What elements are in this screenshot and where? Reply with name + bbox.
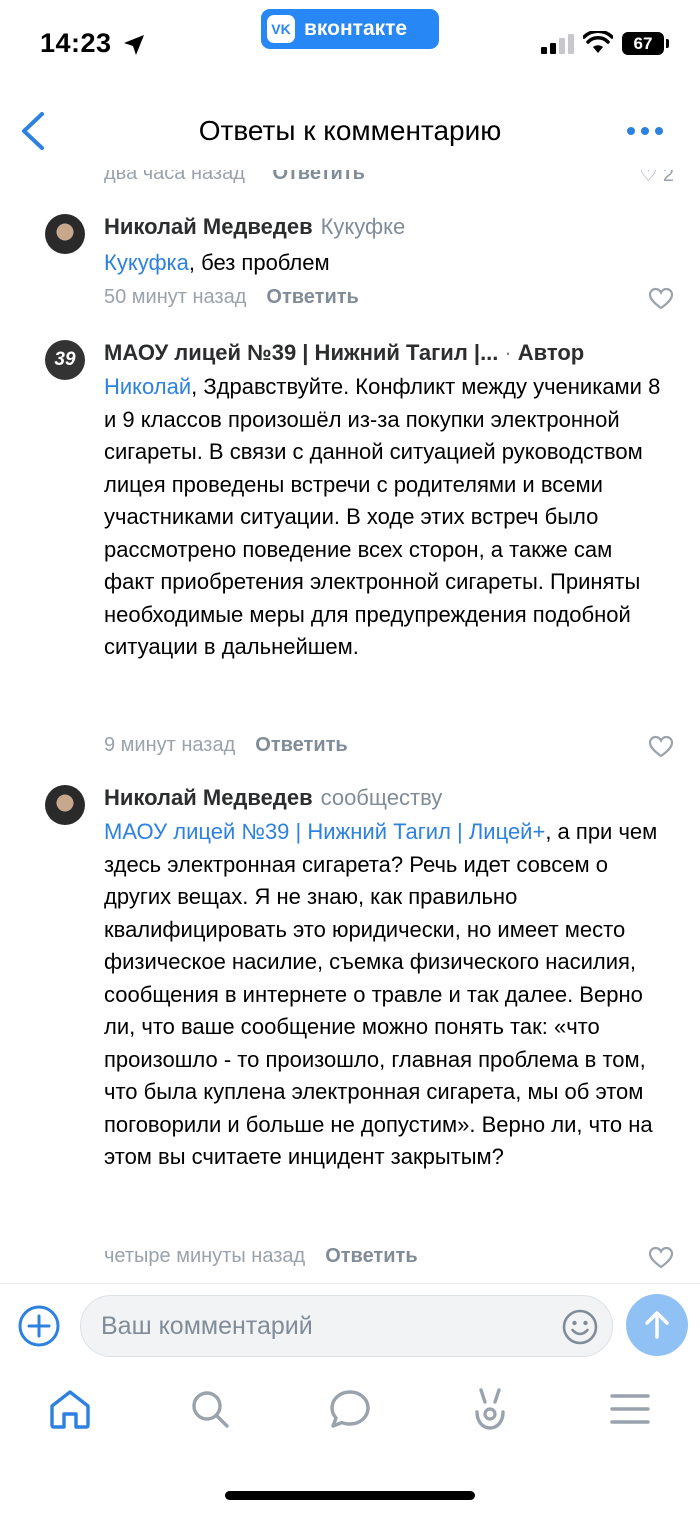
like-count: ♡ 2 — [639, 170, 674, 187]
send-arrow-icon — [645, 1311, 669, 1339]
heart-icon[interactable] — [648, 735, 674, 759]
nav-bar: Ответы к комментарию — [0, 90, 700, 170]
comment-input-box — [80, 1295, 613, 1357]
comments-feed[interactable]: два часа назад Ответить ♡ 2 Николай Медв… — [0, 170, 700, 1283]
comment-body: , Здравствуйте. Конфликт между учениками… — [104, 374, 661, 659]
more-dots-icon[interactable] — [625, 118, 665, 144]
comment-author[interactable]: Николай Медведев — [104, 785, 313, 810]
page-title: Ответы к комментарию — [198, 115, 502, 146]
comment-meta: 9 минут назад Ответить — [104, 734, 348, 757]
messages-icon[interactable] — [327, 1386, 373, 1432]
comment-body: , а при чем здесь электронная сигарета? … — [104, 819, 658, 1169]
app-badge-label: вконтакте — [304, 17, 408, 40]
author-role-badge: Автор — [517, 340, 585, 365]
battery-cap — [666, 39, 669, 48]
separator-dot: · — [504, 340, 512, 365]
comment-time: четыре минуты назад — [104, 1245, 306, 1267]
avatar[interactable]: 39 — [45, 340, 85, 380]
smile-icon[interactable] — [561, 1308, 599, 1346]
comment-time: 9 минут назад — [104, 734, 236, 756]
reply-button[interactable]: Ответить — [325, 1245, 417, 1267]
battery-indicator: 67 — [622, 32, 664, 55]
reply-target: сообществу — [320, 785, 443, 810]
mention-link[interactable]: Николай — [104, 374, 191, 399]
comment-meta: четыре минуты назад Ответить — [104, 1245, 418, 1268]
comment-body: , без проблем — [188, 250, 330, 275]
comment-header: МАОУ лицей №39 | Нижний Тагил |... · Автор — [104, 338, 584, 368]
comment-text: Кукуфка, без проблем — [104, 247, 664, 280]
comment-composer — [0, 1283, 700, 1368]
clips-icon[interactable] — [467, 1386, 513, 1432]
vk-logo-icon: VK — [267, 15, 295, 43]
partial-comment-meta: два часа назад Ответить ♡ 2 — [104, 170, 684, 192]
avatar[interactable] — [45, 214, 85, 254]
search-icon[interactable] — [187, 1386, 233, 1432]
reply-button[interactable]: Ответить — [255, 734, 347, 756]
home-indicator[interactable] — [225, 1491, 475, 1500]
wifi-icon — [583, 31, 613, 53]
menu-icon[interactable] — [607, 1386, 653, 1432]
reply-target: Кукуфке — [320, 214, 406, 239]
heart-icon[interactable] — [648, 287, 674, 311]
status-bar: 14:23 VK вконтакте 67 — [0, 0, 700, 90]
comment-meta: 50 минут назад Ответить — [104, 286, 359, 309]
comment-text: МАОУ лицей №39 | Нижний Тагил | Лицей+, … — [104, 816, 664, 1174]
cellular-signal-icon — [541, 34, 574, 54]
send-button[interactable] — [626, 1294, 688, 1356]
home-icon[interactable] — [47, 1386, 93, 1432]
comment-text: Николай, Здравствуйте. Конфликт между уч… — [104, 371, 664, 664]
comment-input[interactable] — [101, 1296, 551, 1356]
mention-link[interactable]: МАОУ лицей №39 | Нижний Тагил | Лицей+ — [104, 819, 545, 844]
location-arrow-icon — [124, 35, 144, 55]
comment-header: Николай Медведев сообществу — [104, 783, 442, 813]
like-count-value: 2 — [662, 170, 674, 186]
comment-author[interactable]: МАОУ лицей №39 | Нижний Тагил |... — [104, 340, 498, 365]
app-return-badge[interactable]: VK вконтакте — [261, 9, 439, 49]
avatar[interactable] — [45, 785, 85, 825]
plus-circle-icon[interactable] — [17, 1304, 61, 1348]
status-time: 14:23 — [40, 28, 112, 58]
heart-icon[interactable] — [648, 1246, 674, 1270]
reply-button[interactable]: Ответить — [266, 286, 358, 308]
comment-time: два часа назад — [104, 170, 245, 184]
mention-link[interactable]: Кукуфка — [104, 250, 189, 275]
reply-button[interactable]: Ответить — [272, 170, 364, 184]
comment-author[interactable]: Николай Медведев — [104, 214, 313, 239]
comment-time: 50 минут назад — [104, 286, 247, 308]
comment-header: Николай Медведев Кукуфке — [104, 212, 405, 242]
